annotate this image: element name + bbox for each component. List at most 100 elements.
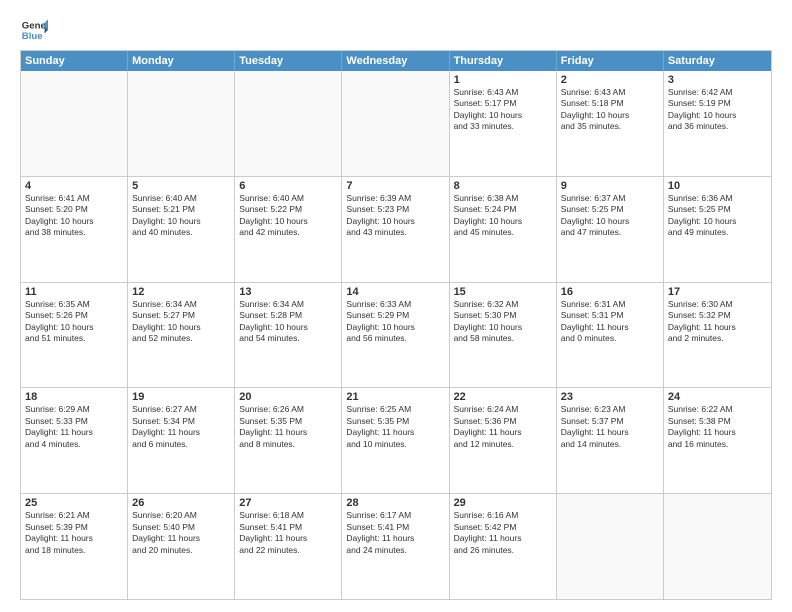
day-number: 26 (132, 497, 230, 509)
calendar-cell: 18Sunrise: 6:29 AM Sunset: 5:33 PM Dayli… (21, 388, 128, 493)
calendar-cell (21, 71, 128, 176)
day-number: 12 (132, 286, 230, 298)
calendar-row-2: 4Sunrise: 6:41 AM Sunset: 5:20 PM Daylig… (21, 177, 771, 283)
day-info: Sunrise: 6:41 AM Sunset: 5:20 PM Dayligh… (25, 193, 123, 239)
calendar-cell (128, 71, 235, 176)
day-number: 4 (25, 180, 123, 192)
day-info: Sunrise: 6:16 AM Sunset: 5:42 PM Dayligh… (454, 510, 552, 556)
day-number: 24 (668, 391, 767, 403)
calendar-body: 1Sunrise: 6:43 AM Sunset: 5:17 PM Daylig… (21, 71, 771, 599)
day-number: 11 (25, 286, 123, 298)
day-number: 8 (454, 180, 552, 192)
calendar-cell: 8Sunrise: 6:38 AM Sunset: 5:24 PM Daylig… (450, 177, 557, 282)
header-day-monday: Monday (128, 51, 235, 71)
day-number: 2 (561, 74, 659, 86)
day-number: 28 (346, 497, 444, 509)
calendar-cell: 10Sunrise: 6:36 AM Sunset: 5:25 PM Dayli… (664, 177, 771, 282)
day-info: Sunrise: 6:26 AM Sunset: 5:35 PM Dayligh… (239, 404, 337, 450)
header-day-sunday: Sunday (21, 51, 128, 71)
svg-text:Blue: Blue (22, 31, 43, 42)
day-info: Sunrise: 6:34 AM Sunset: 5:28 PM Dayligh… (239, 299, 337, 345)
calendar-cell: 15Sunrise: 6:32 AM Sunset: 5:30 PM Dayli… (450, 283, 557, 388)
day-number: 5 (132, 180, 230, 192)
calendar-cell: 29Sunrise: 6:16 AM Sunset: 5:42 PM Dayli… (450, 494, 557, 599)
day-number: 21 (346, 391, 444, 403)
calendar-cell: 19Sunrise: 6:27 AM Sunset: 5:34 PM Dayli… (128, 388, 235, 493)
day-info: Sunrise: 6:17 AM Sunset: 5:41 PM Dayligh… (346, 510, 444, 556)
day-info: Sunrise: 6:43 AM Sunset: 5:17 PM Dayligh… (454, 87, 552, 133)
calendar-row-4: 18Sunrise: 6:29 AM Sunset: 5:33 PM Dayli… (21, 388, 771, 494)
calendar-cell: 22Sunrise: 6:24 AM Sunset: 5:36 PM Dayli… (450, 388, 557, 493)
header-day-tuesday: Tuesday (235, 51, 342, 71)
header-day-wednesday: Wednesday (342, 51, 449, 71)
day-info: Sunrise: 6:43 AM Sunset: 5:18 PM Dayligh… (561, 87, 659, 133)
calendar-row-1: 1Sunrise: 6:43 AM Sunset: 5:17 PM Daylig… (21, 71, 771, 177)
day-number: 22 (454, 391, 552, 403)
calendar-cell: 6Sunrise: 6:40 AM Sunset: 5:22 PM Daylig… (235, 177, 342, 282)
day-info: Sunrise: 6:34 AM Sunset: 5:27 PM Dayligh… (132, 299, 230, 345)
day-number: 17 (668, 286, 767, 298)
calendar-cell (235, 71, 342, 176)
day-info: Sunrise: 6:42 AM Sunset: 5:19 PM Dayligh… (668, 87, 767, 133)
day-info: Sunrise: 6:23 AM Sunset: 5:37 PM Dayligh… (561, 404, 659, 450)
calendar-cell: 28Sunrise: 6:17 AM Sunset: 5:41 PM Dayli… (342, 494, 449, 599)
calendar-cell: 5Sunrise: 6:40 AM Sunset: 5:21 PM Daylig… (128, 177, 235, 282)
day-number: 1 (454, 74, 552, 86)
day-info: Sunrise: 6:40 AM Sunset: 5:21 PM Dayligh… (132, 193, 230, 239)
day-number: 25 (25, 497, 123, 509)
calendar-cell: 26Sunrise: 6:20 AM Sunset: 5:40 PM Dayli… (128, 494, 235, 599)
day-info: Sunrise: 6:25 AM Sunset: 5:35 PM Dayligh… (346, 404, 444, 450)
logo-icon: General Blue (20, 16, 48, 44)
page: General Blue SundayMondayTuesdayWednesda… (0, 0, 792, 612)
calendar-cell: 9Sunrise: 6:37 AM Sunset: 5:25 PM Daylig… (557, 177, 664, 282)
day-number: 13 (239, 286, 337, 298)
calendar-header: SundayMondayTuesdayWednesdayThursdayFrid… (21, 51, 771, 71)
day-info: Sunrise: 6:30 AM Sunset: 5:32 PM Dayligh… (668, 299, 767, 345)
day-number: 10 (668, 180, 767, 192)
day-info: Sunrise: 6:33 AM Sunset: 5:29 PM Dayligh… (346, 299, 444, 345)
calendar-cell: 14Sunrise: 6:33 AM Sunset: 5:29 PM Dayli… (342, 283, 449, 388)
day-info: Sunrise: 6:24 AM Sunset: 5:36 PM Dayligh… (454, 404, 552, 450)
header-day-saturday: Saturday (664, 51, 771, 71)
day-info: Sunrise: 6:38 AM Sunset: 5:24 PM Dayligh… (454, 193, 552, 239)
day-number: 20 (239, 391, 337, 403)
calendar: SundayMondayTuesdayWednesdayThursdayFrid… (20, 50, 772, 600)
calendar-cell: 23Sunrise: 6:23 AM Sunset: 5:37 PM Dayli… (557, 388, 664, 493)
calendar-cell: 1Sunrise: 6:43 AM Sunset: 5:17 PM Daylig… (450, 71, 557, 176)
calendar-cell: 13Sunrise: 6:34 AM Sunset: 5:28 PM Dayli… (235, 283, 342, 388)
day-info: Sunrise: 6:32 AM Sunset: 5:30 PM Dayligh… (454, 299, 552, 345)
day-info: Sunrise: 6:22 AM Sunset: 5:38 PM Dayligh… (668, 404, 767, 450)
day-info: Sunrise: 6:18 AM Sunset: 5:41 PM Dayligh… (239, 510, 337, 556)
calendar-cell: 25Sunrise: 6:21 AM Sunset: 5:39 PM Dayli… (21, 494, 128, 599)
day-info: Sunrise: 6:36 AM Sunset: 5:25 PM Dayligh… (668, 193, 767, 239)
calendar-cell (664, 494, 771, 599)
calendar-cell: 11Sunrise: 6:35 AM Sunset: 5:26 PM Dayli… (21, 283, 128, 388)
calendar-cell: 12Sunrise: 6:34 AM Sunset: 5:27 PM Dayli… (128, 283, 235, 388)
calendar-cell: 24Sunrise: 6:22 AM Sunset: 5:38 PM Dayli… (664, 388, 771, 493)
calendar-cell: 20Sunrise: 6:26 AM Sunset: 5:35 PM Dayli… (235, 388, 342, 493)
calendar-cell: 3Sunrise: 6:42 AM Sunset: 5:19 PM Daylig… (664, 71, 771, 176)
day-number: 19 (132, 391, 230, 403)
calendar-cell (342, 71, 449, 176)
calendar-cell: 16Sunrise: 6:31 AM Sunset: 5:31 PM Dayli… (557, 283, 664, 388)
header-day-thursday: Thursday (450, 51, 557, 71)
day-number: 6 (239, 180, 337, 192)
day-info: Sunrise: 6:40 AM Sunset: 5:22 PM Dayligh… (239, 193, 337, 239)
header-day-friday: Friday (557, 51, 664, 71)
day-info: Sunrise: 6:35 AM Sunset: 5:26 PM Dayligh… (25, 299, 123, 345)
calendar-cell: 21Sunrise: 6:25 AM Sunset: 5:35 PM Dayli… (342, 388, 449, 493)
day-number: 16 (561, 286, 659, 298)
calendar-cell (557, 494, 664, 599)
calendar-cell: 7Sunrise: 6:39 AM Sunset: 5:23 PM Daylig… (342, 177, 449, 282)
day-info: Sunrise: 6:21 AM Sunset: 5:39 PM Dayligh… (25, 510, 123, 556)
day-number: 9 (561, 180, 659, 192)
header: General Blue (20, 16, 772, 44)
day-info: Sunrise: 6:39 AM Sunset: 5:23 PM Dayligh… (346, 193, 444, 239)
svg-text:General: General (22, 20, 48, 31)
logo: General Blue (20, 16, 52, 44)
day-number: 18 (25, 391, 123, 403)
day-info: Sunrise: 6:27 AM Sunset: 5:34 PM Dayligh… (132, 404, 230, 450)
day-info: Sunrise: 6:31 AM Sunset: 5:31 PM Dayligh… (561, 299, 659, 345)
day-info: Sunrise: 6:29 AM Sunset: 5:33 PM Dayligh… (25, 404, 123, 450)
day-number: 27 (239, 497, 337, 509)
